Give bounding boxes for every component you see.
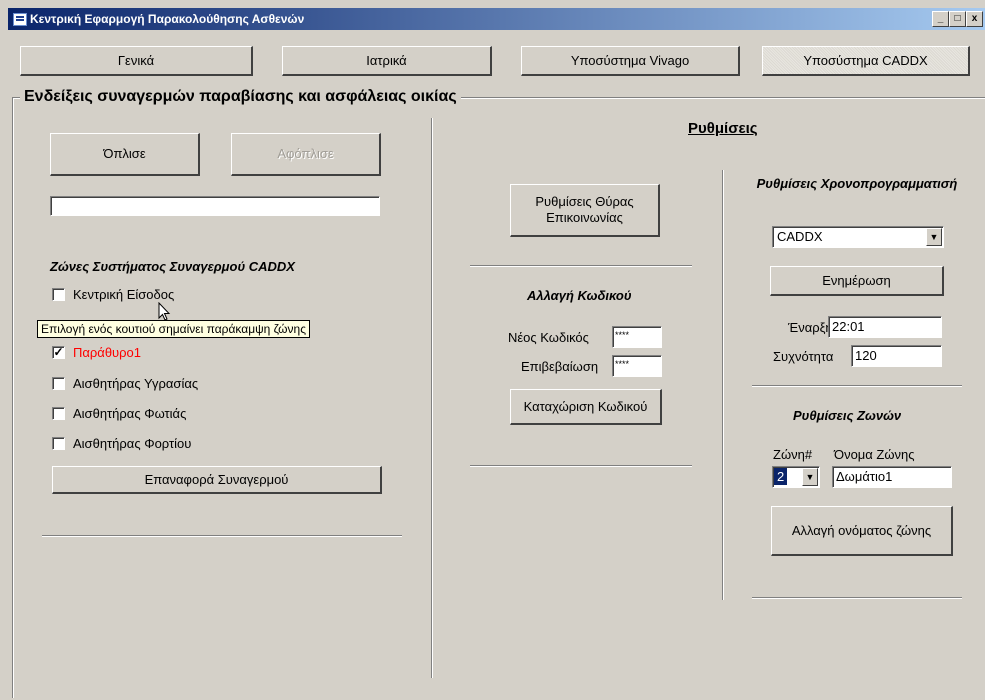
zone-label: Παράθυρο1 xyxy=(73,345,142,360)
divider xyxy=(470,465,692,467)
zone-checkbox[interactable] xyxy=(52,377,65,390)
zone-row[interactable]: Αισθητήρας Υγρασίας xyxy=(52,376,198,391)
zones-title: Ζώνες Συστήματος Συναγερμού CADDX xyxy=(50,259,295,274)
frequency-label: Συχνότητα xyxy=(773,349,834,364)
change-code-title: Αλλαγή Κωδικού xyxy=(527,288,632,303)
tab-general[interactable]: Γενικά xyxy=(20,46,253,76)
port-settings-button[interactable]: Ρυθμίσεις Θύρας Επικοινωνίας xyxy=(510,184,660,237)
confirm-code-label: Επιβεβαίωση xyxy=(521,359,599,374)
divider-left xyxy=(431,118,433,678)
divider xyxy=(752,385,962,387)
system-select-value: CADDX xyxy=(777,229,823,244)
update-button[interactable]: Ενημέρωση xyxy=(770,266,944,296)
divider xyxy=(752,597,962,599)
alarm-status-field xyxy=(50,196,380,216)
chevron-down-icon[interactable]: ▼ xyxy=(926,228,942,246)
reset-alarm-button[interactable]: Επαναφορά Συναγερμού xyxy=(52,466,382,494)
zone-checkbox[interactable] xyxy=(52,437,65,450)
title-bar: Κεντρική Εφαρμογή Παρακολούθησης Ασθενών… xyxy=(8,8,985,30)
confirm-code-input[interactable]: **** xyxy=(612,355,662,377)
zone-name-input[interactable]: Δωμάτιο1 xyxy=(832,466,952,488)
zone-row[interactable]: Αισθητήρας Φορτίου xyxy=(52,436,191,451)
divider xyxy=(470,265,692,267)
zone-label: Αισθητήρας Φορτίου xyxy=(73,436,192,451)
zone-label: Αισθητήρας Υγρασίας xyxy=(73,376,199,391)
save-code-button[interactable]: Καταχώριση Κωδικού xyxy=(510,389,662,425)
zone-label: Κεντρική Είσοδος xyxy=(73,287,175,302)
zone-name-label: Όνομα Ζώνης xyxy=(834,447,915,462)
zone-checkbox[interactable] xyxy=(52,407,65,420)
schedule-title: Ρυθμίσεις Χρονοπρογραμματισή xyxy=(756,176,958,191)
chevron-down-icon[interactable]: ▼ xyxy=(802,468,818,486)
zone-row[interactable]: ✓ Παράθυρο1 xyxy=(52,345,141,360)
zone-settings-title: Ρυθμίσεις Ζωνών xyxy=(793,408,902,423)
disarm-button: Αφόπλισε xyxy=(231,133,381,176)
zone-number-select[interactable]: 2 ▼ xyxy=(772,466,820,488)
tab-medical[interactable]: Ιατρικά xyxy=(282,46,492,76)
new-code-input[interactable]: **** xyxy=(612,326,662,348)
window-title: Κεντρική Εφαρμογή Παρακολούθησης Ασθενών xyxy=(30,12,305,26)
new-code-label: Νέος Κωδικός xyxy=(508,330,589,345)
mouse-cursor-icon xyxy=(158,302,171,321)
system-select[interactable]: CADDX ▼ xyxy=(772,226,944,248)
zone-label: Αισθητήρας Φωτιάς xyxy=(73,406,187,421)
rename-zone-button[interactable]: Αλλαγή ονόματος ζώνης xyxy=(771,506,953,556)
start-time-input[interactable]: 22:01 xyxy=(828,316,942,338)
divider xyxy=(42,535,402,537)
settings-heading: Ρυθμίσεις xyxy=(688,120,758,137)
app-icon xyxy=(13,13,27,26)
maximize-button[interactable]: □ xyxy=(949,11,966,27)
zone-checkbox[interactable] xyxy=(52,288,65,301)
start-label: Έναρξη xyxy=(788,320,833,335)
zone-row[interactable]: Κεντρική Είσοδος xyxy=(52,287,174,302)
zone-checkbox[interactable]: ✓ xyxy=(52,346,65,359)
group-title: Ενδείξεις συναγερμών παραβίασης και ασφά… xyxy=(20,88,461,106)
zone-number-value: 2 xyxy=(774,468,788,485)
tab-vivago[interactable]: Υποσύστημα Vivago xyxy=(521,46,740,76)
arm-button[interactable]: Όπλισε xyxy=(50,133,200,176)
close-button[interactable]: x xyxy=(966,11,983,27)
frequency-input[interactable]: 120 xyxy=(851,345,942,367)
tooltip: Επιλογή ενός κουτιού σημαίνει παράκαμψη … xyxy=(37,320,310,338)
divider-right xyxy=(722,170,724,600)
zone-row[interactable]: Αισθητήρας Φωτιάς xyxy=(52,406,186,421)
minimize-button[interactable]: _ xyxy=(932,11,949,27)
zone-number-label: Ζώνη# xyxy=(773,447,813,462)
tab-caddx[interactable]: Υποσύστημα CADDX xyxy=(762,46,970,76)
